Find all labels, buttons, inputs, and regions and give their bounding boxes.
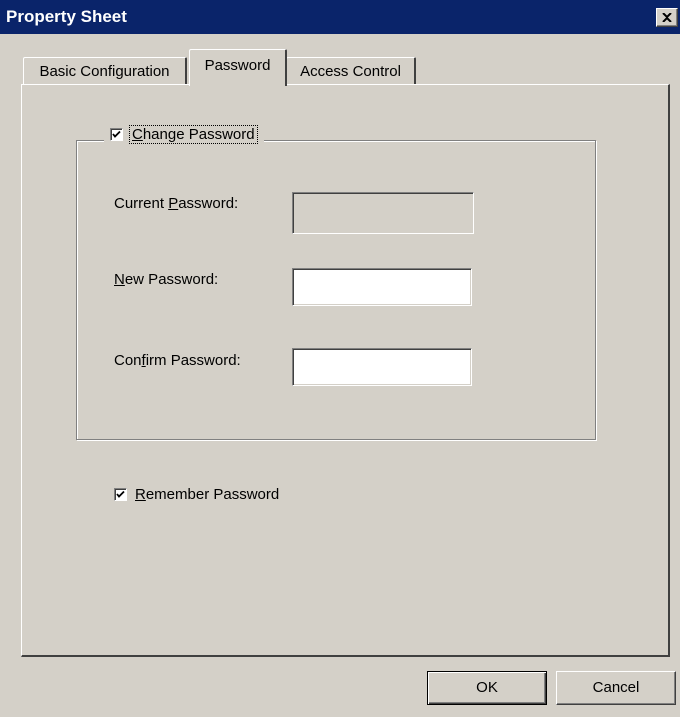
checkbox-box[interactable] [110, 127, 123, 141]
close-icon [662, 13, 672, 22]
confirm-password-label: Confirm Password: [114, 352, 241, 369]
title-bar[interactable]: Property Sheet [0, 0, 680, 34]
window-title: Property Sheet [6, 7, 127, 26]
tab-label: Access Control [300, 63, 401, 80]
tab-basic-configuration[interactable]: Basic Configuration [23, 57, 187, 85]
current-password-label: Current Password: [114, 195, 239, 212]
confirm-password-field[interactable] [292, 348, 472, 386]
new-password-label: New Password: [114, 271, 219, 288]
tab-password[interactable]: Password [189, 49, 287, 86]
remember-password-label: Remember Password [135, 486, 280, 503]
checkbox-box[interactable] [114, 488, 127, 501]
tab-label: Password [204, 57, 271, 74]
remember-password-checkbox[interactable]: Remember Password [114, 486, 279, 503]
ok-button[interactable]: OK [427, 671, 547, 705]
tab-label: Basic Configuration [39, 63, 170, 80]
cancel-button[interactable]: Cancel [556, 671, 676, 705]
change-password-checkbox[interactable]: Change Password [104, 123, 264, 145]
change-password-label: Change Password [129, 124, 258, 144]
close-button[interactable] [656, 8, 678, 27]
checkmark-icon [116, 490, 125, 498]
tab-access-control[interactable]: Access Control [286, 57, 416, 85]
new-password-field[interactable] [292, 268, 472, 306]
current-password-field[interactable] [292, 192, 474, 234]
checkmark-icon [112, 130, 121, 138]
